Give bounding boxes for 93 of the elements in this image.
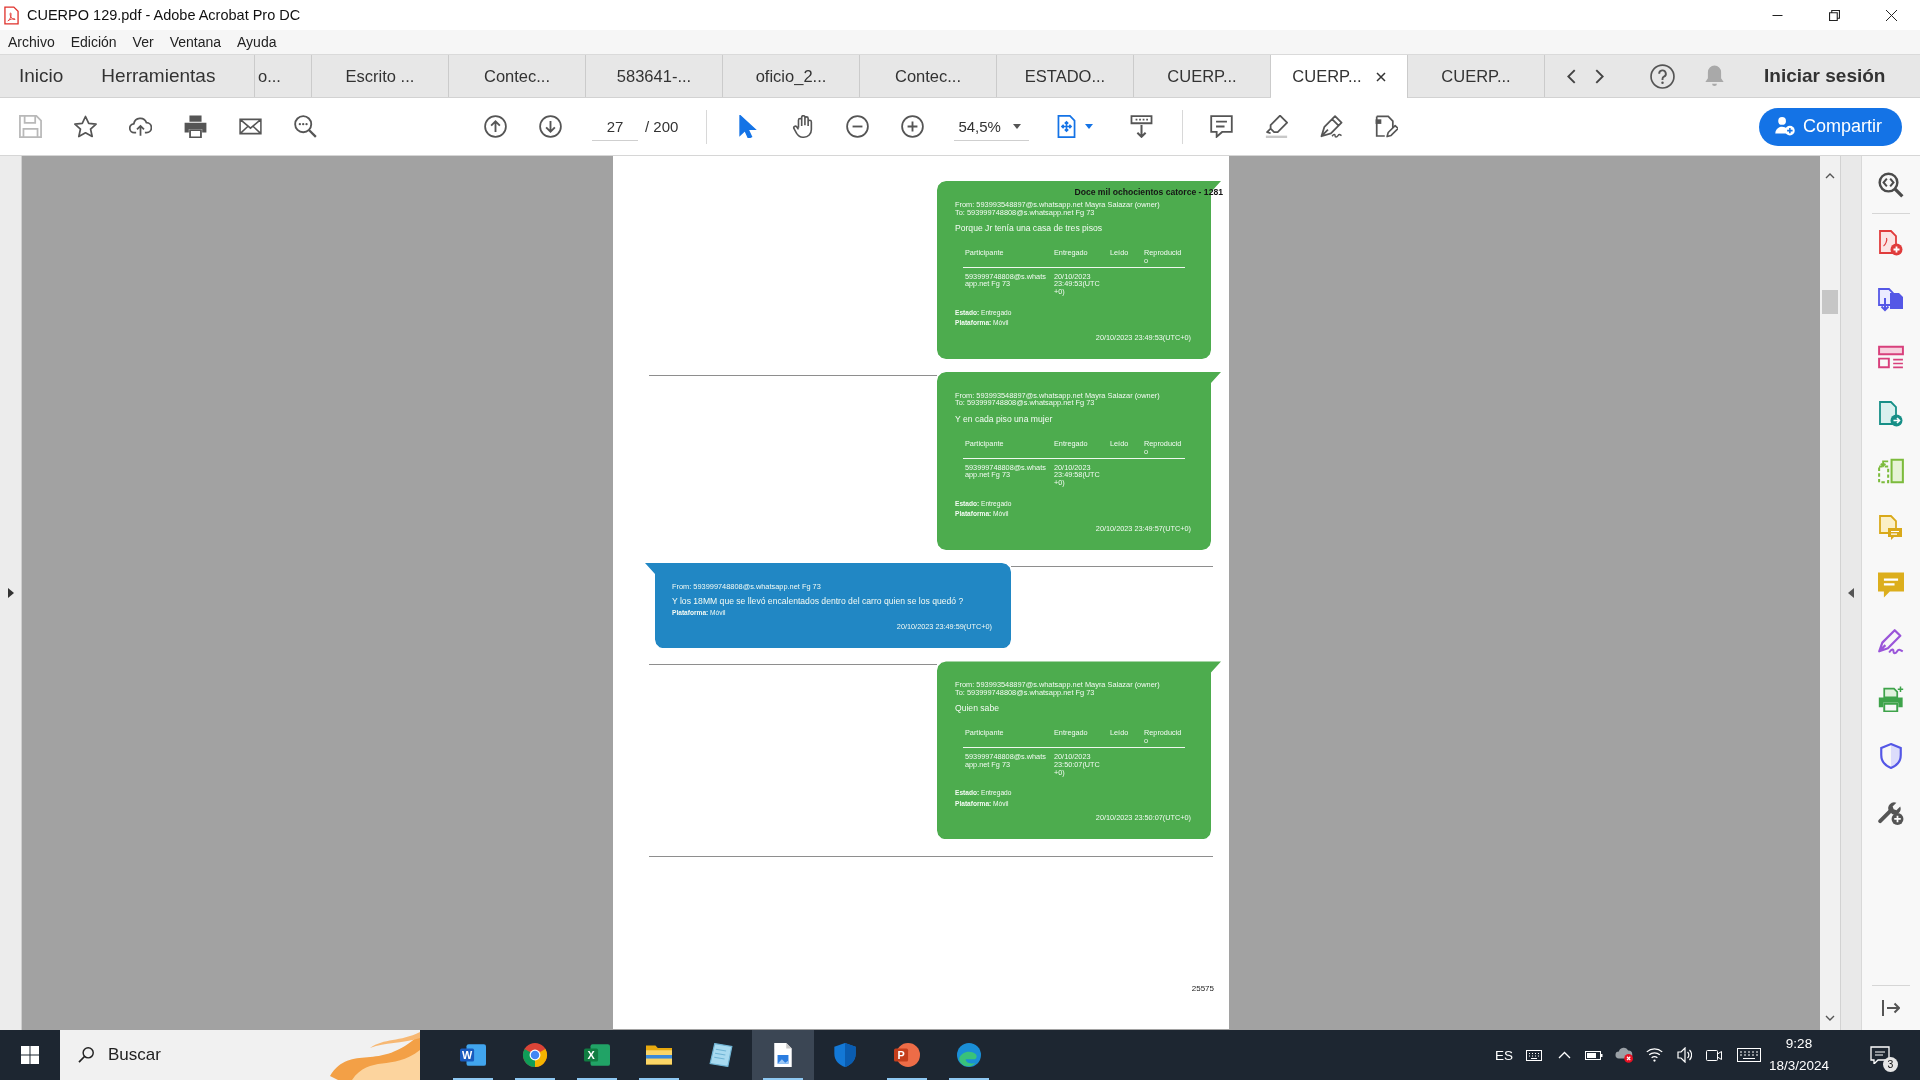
highlighter-icon[interactable] <box>1265 115 1289 138</box>
message-text: Y los 18MM que se llevó encalentados dentro del carro quien se los quedó ? <box>672 596 965 607</box>
caret-down-icon[interactable] <box>1825 1015 1835 1021</box>
caret-icon[interactable] <box>1013 123 1022 129</box>
help-icon[interactable] <box>1650 63 1675 89</box>
document-tab[interactable]: o... <box>254 55 312 97</box>
menu-item[interactable]: Edición <box>62 34 125 50</box>
scrollbar[interactable] <box>1820 156 1840 1030</box>
start-icon[interactable] <box>21 1046 39 1064</box>
edit-document-icon[interactable] <box>1375 115 1399 138</box>
language-indicator[interactable]: ES <box>1489 1047 1519 1063</box>
magnifier-icon[interactable] <box>1878 171 1904 198</box>
page-count: / 200 <box>645 118 679 135</box>
print-icon[interactable] <box>184 115 207 138</box>
search-icon <box>78 1047 94 1063</box>
document-send-icon[interactable] <box>1878 400 1904 427</box>
search-box[interactable]: Buscar <box>60 1030 420 1080</box>
chevron-right-icon[interactable] <box>1595 68 1604 84</box>
menu-item[interactable]: Ayuda <box>229 34 285 50</box>
notification-count: 3 <box>1883 1057 1898 1072</box>
wifi-icon[interactable] <box>1645 1048 1663 1062</box>
edge-icon[interactable] <box>956 1043 982 1067</box>
shield-icon[interactable] <box>1878 742 1904 769</box>
swirl-icon <box>330 1030 420 1080</box>
signature-icon[interactable] <box>1878 628 1904 655</box>
message-text: Y en cada piso una mujer <box>955 414 1054 424</box>
arrow-to-bar-icon[interactable] <box>1882 999 1900 1017</box>
layout-icon[interactable] <box>1878 343 1904 370</box>
caret-up-icon[interactable] <box>1825 173 1835 179</box>
zoom-field[interactable]: 54,5% <box>954 112 1030 141</box>
document-tab[interactable]: 583641-... <box>586 55 723 97</box>
page-number-field[interactable]: 27 <box>592 112 638 141</box>
search-icon[interactable] <box>294 115 317 138</box>
expand-icon[interactable] <box>7 588 14 598</box>
hand-icon[interactable] <box>791 115 815 138</box>
keyboard-icon[interactable] <box>1526 1049 1542 1061</box>
document-tab[interactable]: ESTADO... <box>997 55 1134 97</box>
scrollbar-thumb[interactable] <box>1822 290 1838 314</box>
touch-keyboard-icon[interactable] <box>1737 1048 1761 1062</box>
star-icon[interactable] <box>74 115 97 138</box>
taskbar-button[interactable] <box>752 1030 814 1080</box>
notification-icon[interactable] <box>1870 1045 1890 1065</box>
scroll-mode-icon[interactable] <box>1130 115 1154 138</box>
document-tab[interactable]: CUERP... <box>1408 55 1545 97</box>
note-icon[interactable] <box>708 1043 734 1067</box>
chrome-icon[interactable] <box>522 1043 548 1067</box>
collapse-icon[interactable] <box>1848 588 1854 598</box>
document-tab[interactable]: CUERP... <box>1271 55 1408 98</box>
document-export-icon[interactable] <box>1878 286 1904 313</box>
document-tab[interactable]: Contec... <box>860 55 997 97</box>
zoom-out-icon[interactable] <box>846 115 870 138</box>
close-icon[interactable] <box>1886 9 1897 21</box>
share-button[interactable]: Compartir <box>1759 107 1902 146</box>
document-tab[interactable]: Contec... <box>449 55 586 97</box>
volume-icon[interactable] <box>1676 1047 1692 1063</box>
document-tab[interactable]: Escrito ... <box>312 55 449 97</box>
camera-icon[interactable] <box>1706 1049 1722 1061</box>
restore-icon[interactable] <box>1829 9 1840 21</box>
arrow-up-icon[interactable] <box>484 115 507 138</box>
document-tab[interactable]: oficio_2... <box>723 55 860 97</box>
sign-in-link[interactable]: Iniciar sesión <box>1764 55 1886 97</box>
clock-time[interactable]: 9:28 <box>1785 1033 1813 1055</box>
minimize-icon[interactable] <box>1772 14 1783 16</box>
zoom-in-icon[interactable] <box>901 115 925 138</box>
page-number: 25575 <box>1191 984 1214 993</box>
search-field[interactable]: Buscar <box>108 1045 258 1065</box>
comment-icon[interactable] <box>1210 115 1234 138</box>
menu-item[interactable]: Ver <box>124 34 162 50</box>
cloud-error-icon[interactable] <box>1615 1047 1633 1063</box>
menu-item[interactable]: Archivo <box>0 34 63 50</box>
battery-icon[interactable] <box>1585 1050 1603 1060</box>
pdf-file-icon <box>4 5 19 25</box>
pen-sign-icon[interactable] <box>1320 115 1344 138</box>
caret-icon[interactable] <box>1085 124 1094 129</box>
cloud-upload-icon[interactable] <box>129 115 152 138</box>
document-add-icon[interactable] <box>1878 229 1904 256</box>
menu-item[interactable]: Ventana <box>161 34 229 50</box>
arrow-down-icon[interactable] <box>539 115 562 138</box>
nav-tab[interactable]: Inicio <box>0 55 83 97</box>
add-user-icon <box>1775 117 1795 136</box>
shield-icon[interactable] <box>832 1043 858 1067</box>
clock-date[interactable]: 18/3/2024 <box>1768 1055 1830 1077</box>
printer-icon[interactable] <box>1878 685 1904 712</box>
chevron-up-icon[interactable] <box>1557 1051 1571 1059</box>
close-icon[interactable] <box>1375 71 1386 82</box>
powerpoint-icon[interactable]: P <box>894 1043 920 1067</box>
nav-tab[interactable]: Herramientas <box>82 55 235 97</box>
window-title: CUERPO 129.pdf - Adobe Acrobat Pro DC <box>27 7 301 23</box>
wrench-add-icon[interactable] <box>1878 799 1904 826</box>
message-text: Porque Jr tenía una casa de tres pisos <box>955 223 1104 233</box>
message-text: Quien sabe <box>955 703 1000 714</box>
chevron-left-icon[interactable] <box>1567 68 1576 84</box>
folder-icon[interactable] <box>646 1043 672 1067</box>
